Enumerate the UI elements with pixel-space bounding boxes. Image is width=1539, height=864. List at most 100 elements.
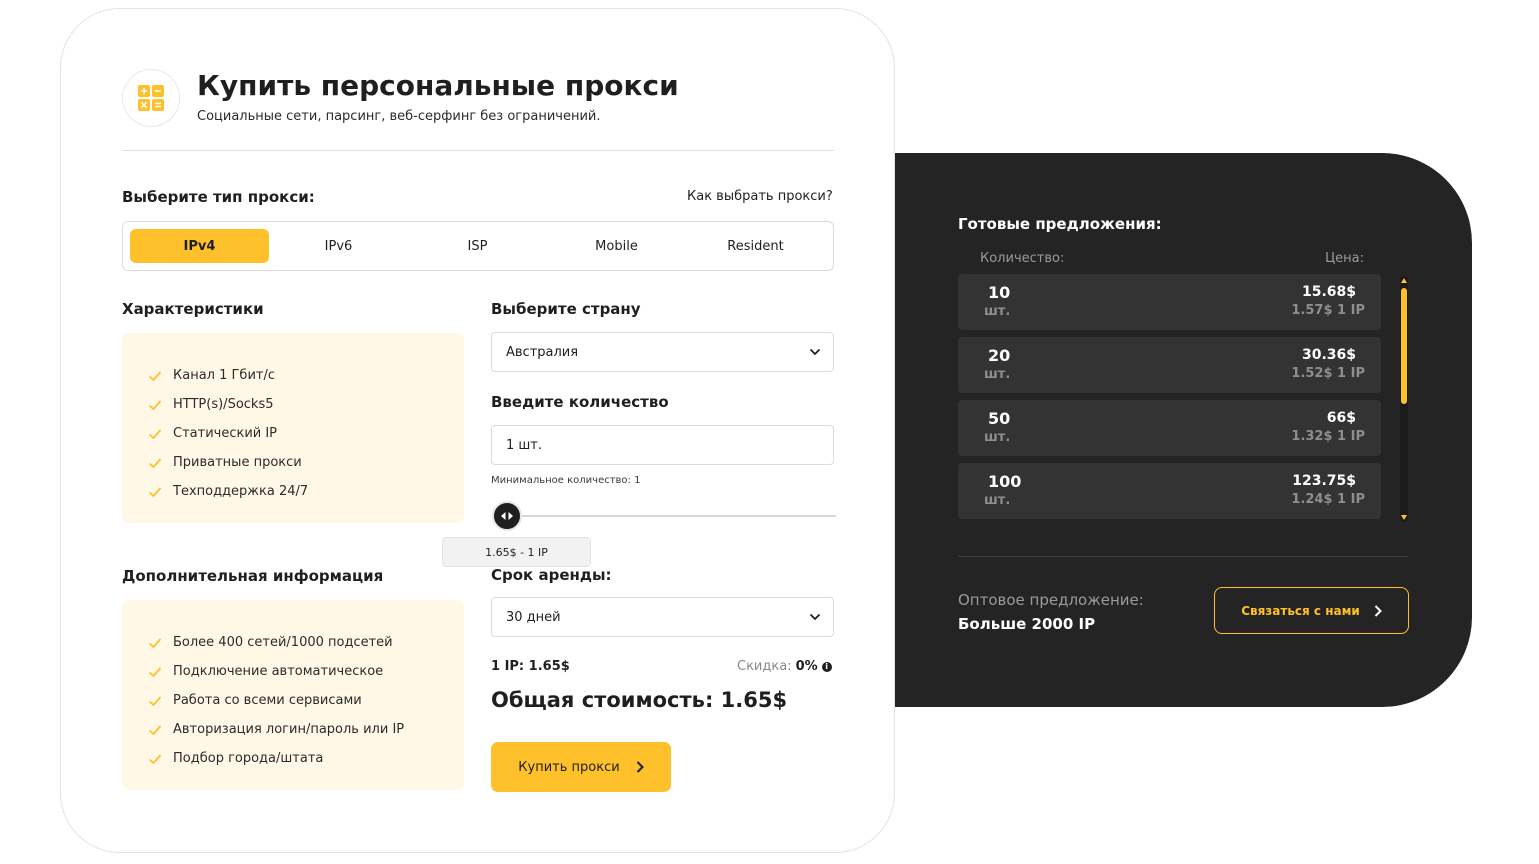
offer-card-100[interactable]: 100 шт. 123.75$ 1.24$ 1 IP	[958, 463, 1381, 519]
quantity-slider-track[interactable]	[506, 515, 836, 517]
feature-text: Более 400 сетей/1000 подсетей	[173, 635, 393, 650]
check-icon	[148, 486, 162, 497]
how-to-choose-link[interactable]: Как выбрать прокси?	[687, 189, 833, 204]
contact-us-button[interactable]: Связаться с нами	[1214, 587, 1409, 634]
offer-qty: 50	[988, 409, 1011, 428]
tab-ipv4[interactable]: IPv4	[130, 229, 269, 263]
contact-us-label: Связаться с нами	[1241, 603, 1360, 618]
offer-per-ip: 1.52$ 1 IP	[1291, 366, 1365, 381]
feature-text: Авторизация логин/пароль или IP	[173, 722, 405, 737]
header-divider	[122, 150, 834, 151]
offer-per-ip: 1.57$ 1 IP	[1291, 303, 1365, 318]
offer-per-ip: 1.24$ 1 IP	[1291, 492, 1365, 507]
offers-divider	[958, 556, 1408, 557]
country-select[interactable]: Австралия	[491, 332, 834, 372]
offer-card-50[interactable]: 50 шт. 66$ 1.32$ 1 IP	[958, 400, 1381, 456]
calculator-icon	[122, 69, 180, 127]
check-icon	[148, 370, 162, 381]
offers-list[interactable]: 10 шт. 15.68$ 1.57$ 1 IP 20 шт. 30.36$ 1…	[958, 274, 1408, 524]
list-item: Техподдержка 24/7	[148, 477, 464, 506]
offers-qty-header: Количество:	[980, 251, 1065, 266]
offers-title: Готовые предложения:	[958, 215, 1162, 233]
feature-text: Канал 1 Гбит/с	[173, 368, 276, 383]
offer-unit: шт.	[984, 493, 1011, 508]
quantity-label: Введите количество	[491, 393, 669, 411]
offer-card-10[interactable]: 10 шт. 15.68$ 1.57$ 1 IP	[958, 274, 1381, 330]
min-quantity-note: Минимальное количество: 1	[491, 475, 641, 486]
tab-isp[interactable]: ISP	[408, 229, 547, 263]
feature-text: Приватные прокси	[173, 455, 302, 470]
country-label: Выберите страну	[491, 300, 641, 318]
feature-text: Подбор города/штата	[173, 751, 324, 766]
offer-per-ip: 1.32$ 1 IP	[1291, 429, 1365, 444]
scroll-down-arrow-icon[interactable]	[1401, 515, 1407, 520]
check-icon	[148, 753, 162, 764]
quantity-input[interactable]: 1 шт.	[491, 425, 834, 465]
offer-qty: 20	[988, 346, 1011, 365]
country-selected-value: Австралия	[506, 344, 579, 360]
offers-header: Количество: Цена:	[958, 251, 1408, 266]
check-icon	[148, 428, 162, 439]
list-item: Канал 1 Гбит/с	[148, 361, 464, 390]
rent-selected-value: 30 дней	[506, 609, 561, 625]
check-icon	[148, 666, 162, 677]
page-title: Купить персональные прокси	[197, 69, 679, 102]
total-cost: Общая стоимость: 1.65$	[491, 688, 788, 712]
ready-offers-panel: Готовые предложения: Количество: Цена: 1…	[840, 153, 1472, 707]
discount: Скидка: 0% i	[737, 659, 832, 674]
chevron-right-icon	[636, 761, 644, 773]
tab-ipv6[interactable]: IPv6	[269, 229, 408, 263]
list-item: HTTP(s)/Socks5	[148, 390, 464, 419]
rent-period-select[interactable]: 30 дней	[491, 597, 834, 637]
price-tooltip: 1.65$ - 1 IP	[442, 537, 591, 567]
chevron-right-icon	[1374, 604, 1382, 617]
feature-text: Техподдержка 24/7	[173, 484, 309, 499]
ready-offers-content: Готовые предложения: Количество: Цена: 1…	[958, 215, 1409, 641]
proxy-type-tabs: IPv4 IPv6 ISP Mobile Resident	[122, 221, 834, 271]
offer-unit: шт.	[984, 304, 1011, 319]
list-item: Подбор города/штата	[148, 744, 464, 773]
buy-proxy-button[interactable]: Купить прокси	[491, 742, 671, 792]
quantity-slider-handle[interactable]	[492, 501, 522, 531]
additional-info-title: Дополнительная информация	[122, 567, 384, 585]
list-item: Статический IP	[148, 419, 464, 448]
offer-qty: 10	[988, 283, 1011, 302]
check-icon	[148, 399, 162, 410]
scroll-up-arrow-icon[interactable]	[1401, 278, 1407, 283]
offer-qty: 100	[988, 472, 1022, 491]
check-icon	[148, 695, 162, 706]
list-item: Более 400 сетей/1000 подсетей	[148, 628, 464, 657]
chevron-down-icon	[809, 613, 821, 621]
proxy-purchase-card: Купить персональные прокси Социальные се…	[60, 8, 895, 853]
check-icon	[148, 457, 162, 468]
list-item: Авторизация логин/пароль или IP	[148, 715, 464, 744]
proxy-type-label: Выберите тип прокси:	[122, 188, 315, 206]
offer-price: 66$	[1326, 410, 1356, 426]
rent-period-label: Срок аренды:	[491, 566, 612, 584]
feature-text: Работа со всеми сервисами	[173, 693, 362, 708]
page-subtitle: Социальные сети, парсинг, веб-серфинг бе…	[197, 109, 601, 124]
discount-value: 0%	[795, 659, 818, 674]
slider-arrows-icon	[501, 512, 513, 520]
feature-text: Подключение автоматическое	[173, 664, 384, 679]
tab-mobile[interactable]: Mobile	[547, 229, 686, 263]
list-item: Приватные прокси	[148, 448, 464, 477]
info-icon[interactable]: i	[821, 661, 832, 672]
feature-text: Статический IP	[173, 426, 278, 441]
offers-price-header: Цена:	[1325, 251, 1364, 266]
feature-text: HTTP(s)/Socks5	[173, 397, 274, 412]
discount-label: Скидка:	[737, 659, 792, 674]
scrollbar-thumb[interactable]	[1401, 288, 1407, 404]
offer-unit: шт.	[984, 430, 1011, 445]
offer-card-20[interactable]: 20 шт. 30.36$ 1.52$ 1 IP	[958, 337, 1381, 393]
offer-price: 123.75$	[1292, 473, 1356, 489]
tab-resident[interactable]: Resident	[686, 229, 825, 263]
offer-price: 15.68$	[1301, 284, 1356, 300]
list-item: Работа со всеми сервисами	[148, 686, 464, 715]
characteristics-title: Характеристики	[122, 300, 264, 318]
price-per-ip: 1 IP: 1.65$	[491, 659, 570, 674]
characteristics-list: Канал 1 Гбит/с HTTP(s)/Socks5 Статически…	[122, 333, 464, 523]
offers-scrollbar[interactable]	[1400, 276, 1408, 522]
offer-unit: шт.	[984, 367, 1011, 382]
additional-info-list: Более 400 сетей/1000 подсетей Подключени…	[122, 600, 464, 790]
